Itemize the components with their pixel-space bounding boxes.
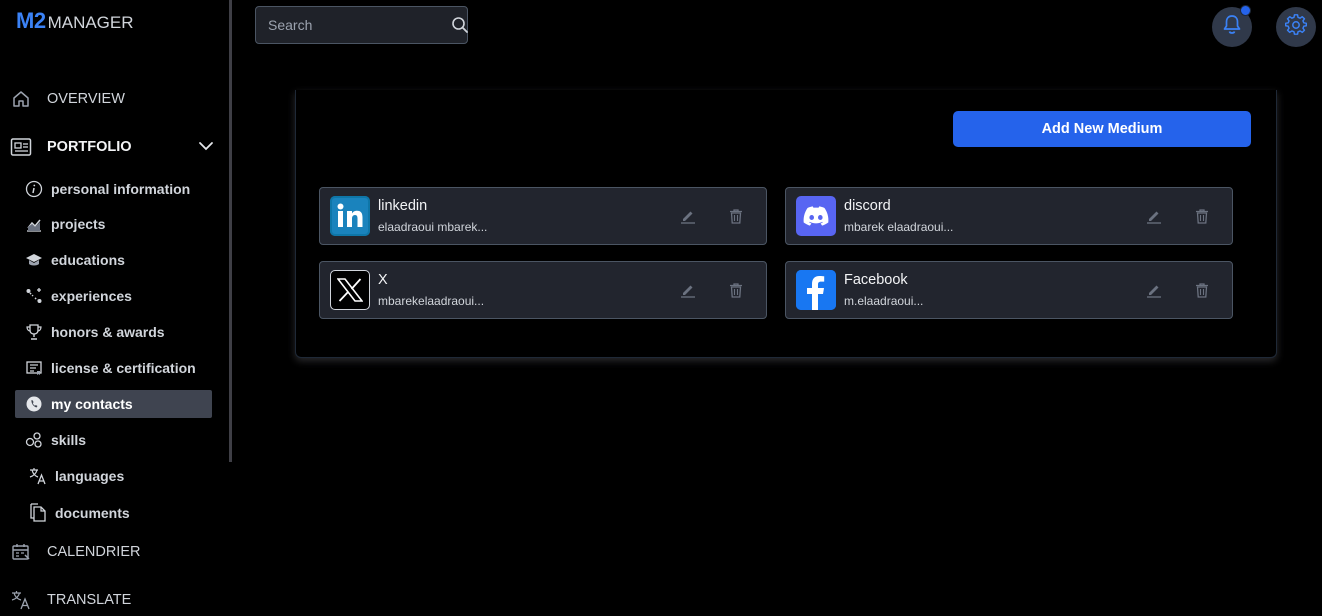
translate-icon [27, 465, 49, 487]
sidebar-item-label: projects [51, 216, 106, 232]
nav-portfolio-label: PORTFOLIO [47, 139, 132, 155]
nav-translate[interactable]: TRANSLATE [10, 584, 215, 616]
sidebar-item-honors-awards[interactable]: honors & awards [15, 318, 212, 346]
facebook-icon [796, 270, 836, 310]
trash-icon[interactable] [1192, 206, 1212, 226]
contact-card-discord[interactable]: discord mbarek elaadraoui... [785, 187, 1233, 245]
contact-name: X [378, 272, 388, 288]
gear-icon [1284, 13, 1308, 41]
add-new-medium-button[interactable]: Add New Medium [953, 111, 1251, 147]
trash-icon[interactable] [726, 206, 746, 226]
calendar-icon [10, 541, 32, 563]
search-box[interactable] [255, 6, 468, 44]
sidebar-item-personal-information[interactable]: personal information [15, 175, 212, 203]
nav-translate-label: TRANSLATE [47, 592, 132, 608]
sidebar-item-label: experiences [51, 288, 132, 304]
sidebar-item-label: my contacts [51, 396, 133, 412]
nav-portfolio[interactable]: PORTFOLIO [10, 131, 215, 163]
contact-handle: mbarek elaadraoui... [844, 220, 954, 234]
contact-card-facebook[interactable]: Facebook m.elaadraoui... [785, 261, 1233, 319]
portfolio-icon [10, 136, 32, 158]
nav-overview-label: OVERVIEW [47, 91, 125, 107]
discord-icon [796, 196, 836, 236]
sidebar-item-educations[interactable]: educations [15, 246, 212, 274]
contact-handle: m.elaadraoui... [844, 294, 924, 308]
certificate-icon [23, 357, 45, 379]
sidebar-divider [229, 0, 232, 462]
sidebar-item-label: educations [51, 252, 125, 268]
skills-icon [23, 429, 45, 451]
search-icon[interactable] [451, 16, 469, 34]
chart-icon [23, 213, 45, 235]
sidebar-item-experiences[interactable]: experiences [15, 282, 212, 310]
contact-handle: elaadraoui mbarek... [378, 220, 488, 234]
chevron-down-icon[interactable] [197, 137, 215, 159]
x-icon [330, 270, 370, 310]
translate-icon [10, 589, 32, 611]
graduation-cap-icon [23, 249, 45, 271]
sidebar-item-skills[interactable]: skills [15, 426, 212, 454]
contact-name: Facebook [844, 272, 908, 288]
sidebar-item-label: honors & awards [51, 324, 165, 340]
sidebar-item-label: license & certification [51, 360, 196, 376]
sidebar-item-my-contacts[interactable]: my contacts [15, 390, 212, 418]
sidebar-item-label: skills [51, 432, 87, 448]
sidebar-item-label: languages [55, 468, 125, 484]
edit-icon[interactable] [1144, 280, 1164, 300]
contact-icon [23, 393, 45, 415]
nav-calendrier-label: CALENDRIER [47, 544, 141, 560]
nav-overview[interactable]: OVERVIEW [10, 83, 215, 115]
contact-handle: mbarekelaadraoui... [378, 294, 485, 308]
home-icon [10, 88, 32, 110]
sidebar-item-license-certification[interactable]: license & certification [15, 354, 212, 382]
contact-name: linkedin [378, 198, 428, 214]
search-input[interactable] [256, 16, 451, 34]
contact-card-linkedin[interactable]: linkedin elaadraoui mbarek... [319, 187, 767, 245]
logo-m2: M2 [16, 8, 46, 33]
sidebar-item-projects[interactable]: projects [15, 210, 212, 238]
sidebar: M2 MANAGER OVERVIEW PORTFOLIO personal i… [0, 0, 229, 611]
notification-dot [1240, 5, 1251, 16]
trophy-icon [23, 321, 45, 343]
trash-icon[interactable] [726, 280, 746, 300]
sidebar-item-languages[interactable]: languages [15, 462, 212, 490]
path-icon [23, 285, 45, 307]
nav-calendrier[interactable]: CALENDRIER [10, 536, 215, 568]
trash-icon[interactable] [1192, 280, 1212, 300]
contact-card-x[interactable]: X mbarekelaadraoui... [319, 261, 767, 319]
edit-icon[interactable] [678, 280, 698, 300]
sidebar-item-label: documents [55, 505, 130, 521]
sidebar-item-label: personal information [51, 181, 191, 197]
linkedin-icon [330, 196, 370, 236]
documents-icon [27, 502, 49, 524]
edit-icon[interactable] [678, 206, 698, 226]
bell-icon [1222, 14, 1242, 41]
contact-name: discord [844, 198, 891, 214]
sidebar-item-documents[interactable]: documents [15, 499, 212, 527]
info-circle-icon [23, 178, 45, 200]
logo-manager: MANAGER [47, 13, 134, 32]
notifications-button[interactable] [1212, 5, 1252, 47]
edit-icon[interactable] [1144, 206, 1164, 226]
settings-button[interactable] [1276, 7, 1316, 47]
app-logo[interactable]: M2 MANAGER [16, 8, 134, 34]
